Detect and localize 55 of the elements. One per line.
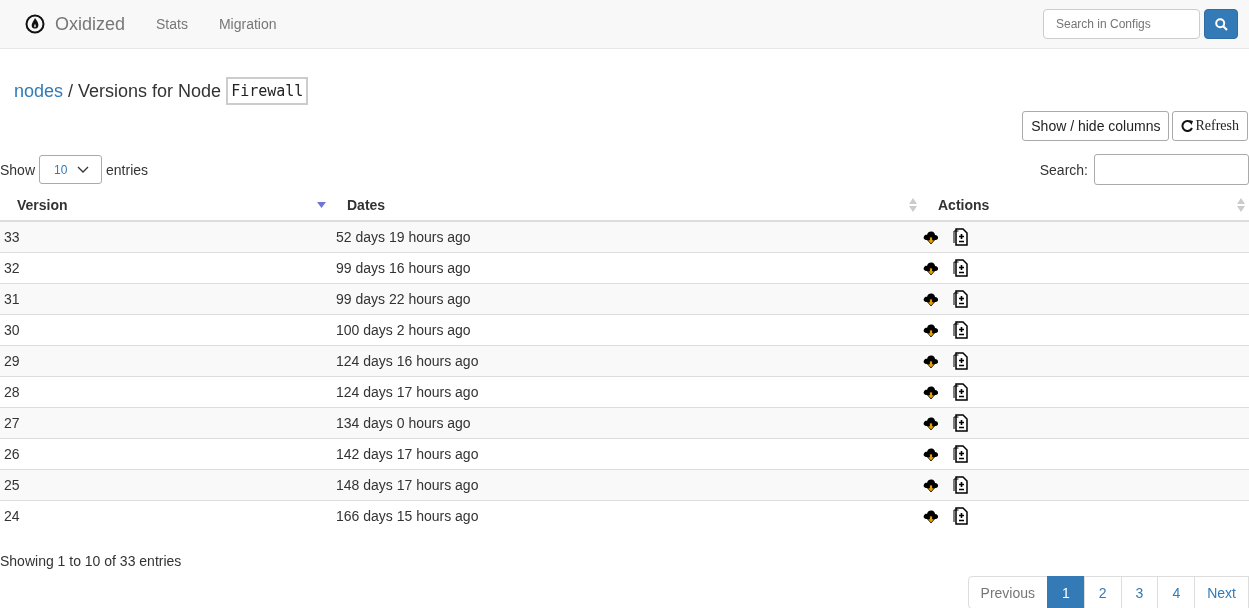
chevron-down-icon [77,165,90,174]
cloud-download-icon[interactable] [923,291,939,307]
document-diff-icon[interactable] [953,445,969,463]
page-button[interactable]: 2 [1083,576,1122,608]
cloud-download-icon[interactable] [923,322,939,338]
table-cell: 27 [0,407,330,439]
search-label: Search: [1039,161,1088,178]
document-diff-icon[interactable] [953,476,969,494]
table-search-field[interactable] [1094,154,1249,185]
show-label: Show [0,161,36,178]
node-name: Firewall [226,77,309,105]
cloud-download-icon[interactable] [923,353,939,369]
table-cell: 124 days 16 hours ago [330,345,921,377]
table-cell: 33 [0,221,330,253]
nav-link[interactable]: Migration [218,16,277,32]
document-diff-icon[interactable] [953,321,969,339]
document-diff-icon[interactable] [953,383,969,401]
brand-link[interactable]: Oxidized [55,13,126,35]
table-cell: 148 days 17 hours ago [330,469,921,501]
page-title: / Versions for Node [68,80,222,102]
page-button[interactable]: 1 [1047,576,1085,608]
table-cell: 29 [0,345,330,377]
search-button[interactable] [1204,9,1238,39]
document-diff-icon[interactable] [953,228,969,246]
document-diff-icon[interactable] [953,259,969,277]
table-cell: 52 days 19 hours ago [330,221,921,253]
document-diff-icon[interactable] [953,414,969,432]
entries-info: Showing 1 to 10 of 33 entries [0,553,183,569]
cloud-download-icon[interactable] [923,508,939,524]
refresh-icon [1181,119,1195,133]
cloud-download-icon[interactable] [923,384,939,400]
entries-label: entries [106,161,149,178]
search-field[interactable]: Search in Configs [1043,9,1200,39]
cloud-download-icon[interactable] [923,446,939,462]
cloud-download-icon[interactable] [923,229,939,245]
table-cell: 166 days 15 hours ago [330,500,921,531]
refresh-button[interactable]: Refresh [1172,111,1248,141]
cloud-download-icon[interactable] [923,477,939,493]
document-diff-icon[interactable] [953,507,969,525]
nodes-link[interactable]: nodes [14,80,64,102]
table-cell: 134 days 0 hours ago [330,407,921,439]
next-page-button[interactable]: Next [1194,576,1249,608]
table-cell: 25 [0,469,330,501]
cloud-download-icon[interactable] [923,415,939,431]
cloud-download-icon[interactable] [923,260,939,276]
entries-select[interactable]: 10 [39,155,103,184]
flame-icon [25,14,45,34]
table-cell: 99 days 22 hours ago [330,283,921,315]
search-icon [1214,17,1228,31]
nav-link[interactable]: Stats [156,16,188,32]
show-hide-columns-button[interactable]: Show / hide columns [1022,111,1170,141]
document-diff-icon[interactable] [953,290,969,308]
document-diff-icon[interactable] [953,352,969,370]
table-cell: 24 [0,500,330,531]
table-cell: 31 [0,283,330,315]
